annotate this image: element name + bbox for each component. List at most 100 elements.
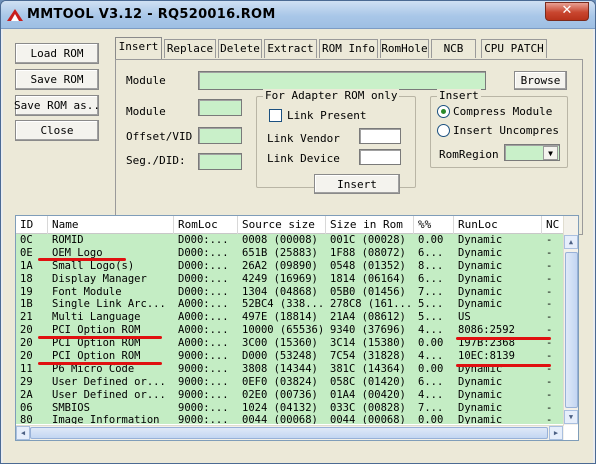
romregion-select[interactable]: ▼ [504,144,560,161]
insert-uncompressed-label: Insert Uncompres [453,124,559,137]
cell-name: SMBIOS [52,401,90,414]
cell-percent: 5... [418,311,444,324]
cell-percent: 4... [418,350,444,363]
offset-vid-input[interactable] [198,127,242,144]
browse-button[interactable]: Browse [514,71,567,90]
insert-tab-panel: Module Browse Module Offset/VID Seg./DID… [115,59,583,235]
table-row[interactable]: 2A User Defined or... 9000:... 02E0 (00736)… [16,388,564,402]
module-id-input[interactable] [198,99,242,116]
cell-size-in-rom: 9340 (37696) [330,324,406,337]
table-row[interactable]: 21 Multi Language A000:... 497E (18814) 21A4… [16,311,564,325]
cell-percent: 6... [418,272,444,285]
column-header-nc[interactable]: NC [542,216,564,234]
scroll-right-icon[interactable]: ▶ [549,426,563,440]
seg-did-input[interactable] [198,153,242,170]
load-rom-button[interactable]: Load ROM [15,43,99,64]
cell-romloc: 9000:... [178,375,229,388]
list-header: ID Name RomLoc Source size Size in Rom %… [16,216,564,234]
cell-romloc: A000:... [178,311,229,324]
vertical-scrollbar[interactable]: ▲ ▼ [563,216,578,425]
cell-name: User Defined or... [52,375,166,388]
table-row[interactable]: 29 User Defined or... 9000:... 0EF0 (03824)… [16,375,564,389]
cell-nc: - [546,324,553,337]
cell-percent: 5... [418,298,444,311]
cell-id: 1A [20,259,33,272]
vertical-scroll-thumb[interactable] [565,252,578,408]
cell-id: 2A [20,388,33,401]
cell-runloc: Dynamic [458,298,503,311]
table-row[interactable]: 1A Small Logo(s) D000:... 26A2 (09890) 0548 … [16,259,564,273]
scroll-up-icon[interactable]: ▲ [564,235,578,249]
column-header-size-in-rom[interactable]: Size in Rom [326,216,414,234]
tab-extract[interactable]: Extract [264,39,317,58]
cell-source-size: 1304 (04868) [242,285,318,298]
window-close-button[interactable]: ✕ [545,2,589,21]
compress-module-label: Compress Module [453,105,553,118]
cell-runloc: 8086:2592 [458,324,515,337]
cell-name: PCI Option ROM [52,350,141,363]
cell-runloc: Dynamic [458,375,503,388]
table-row[interactable]: 06 SMBIOS 9000:... 1024 (04132) 033C (00828)… [16,401,564,415]
table-row[interactable]: 0C ROMID D000:... 0008 (00008) 001C (00028) 0… [16,234,564,247]
cell-id: 0C [20,234,33,246]
table-row[interactable]: 80 Image Information 9000:... 0044 (00068) 0… [16,414,564,424]
link-present-label: Link Present [287,109,367,122]
cell-percent: 6... [418,375,444,388]
cell-id: 18 [20,272,33,285]
table-row[interactable]: 19 Font Module D000:... 1304 (04868) 05B0 (0… [16,285,564,299]
chevron-down-icon[interactable]: ▼ [543,146,558,160]
save-rom-as-button[interactable]: Save ROM as.. [14,95,100,116]
cell-size-in-rom: 21A4 (08612) [330,311,406,324]
romregion-label: RomRegion [439,148,499,161]
link-vendor-input[interactable] [359,128,401,144]
column-header-source-size[interactable]: Source size [238,216,326,234]
tab-romhole[interactable]: RomHole [380,39,429,58]
tab-replace[interactable]: Replace [164,39,216,58]
column-header-id[interactable]: ID [16,216,48,234]
cell-size-in-rom: 05B0 (01456) [330,285,406,298]
table-row[interactable]: 18 Display Manager D000:... 4249 (16969) 181… [16,272,564,286]
cell-percent: 0.00 [418,337,444,350]
link-present-checkbox[interactable] [269,109,282,122]
cell-romloc: D000:... [178,234,229,246]
adapter-rom-group-title: For Adapter ROM only [263,89,400,102]
cell-name: Font Module [52,285,122,298]
column-header-runloc[interactable]: RunLoc [454,216,542,234]
column-header-romloc[interactable]: RomLoc [174,216,238,234]
scroll-left-icon[interactable]: ◀ [16,426,30,440]
cell-size-in-rom: 01A4 (00420) [330,388,406,401]
cell-percent: 0.00 [418,414,444,424]
cell-name: Multi Language [52,311,141,324]
cell-percent: 4... [418,388,444,401]
horizontal-scroll-thumb[interactable] [30,427,548,439]
cell-romloc: D000:... [178,259,229,272]
column-header-percent[interactable]: %% [414,216,454,234]
column-header-name[interactable]: Name [48,216,174,234]
tab-rom-info[interactable]: ROM Info [319,39,378,58]
tab-insert[interactable]: Insert [115,37,162,59]
cell-size-in-rom: 001C (00028) [330,234,406,246]
horizontal-scrollbar[interactable]: ◀ ▶ [16,425,564,440]
save-rom-button[interactable]: Save ROM [15,69,99,90]
scroll-down-icon[interactable]: ▼ [564,410,578,424]
insert-button[interactable]: Insert [314,174,400,194]
cell-nc: - [546,272,553,285]
tab-delete[interactable]: Delete [218,39,262,58]
compress-module-radio[interactable] [437,105,450,118]
table-row[interactable]: 1B Single Link Arc... A000:... 52BC4 (338..… [16,298,564,312]
cell-runloc: Dynamic [458,272,503,285]
insert-uncompressed-radio[interactable] [437,124,450,137]
cell-id: 1B [20,298,33,311]
link-device-input[interactable] [359,149,401,165]
cell-nc: - [546,285,553,298]
title-bar[interactable]: MMTOOL V3.12 - RQ520016.ROM ✕ [1,1,595,29]
table-row[interactable]: 20 PCI Option ROM 9000:... D000 (53248) 7C54… [16,350,564,363]
cell-romloc: A000:... [178,324,229,337]
cell-id: 80 [20,414,33,424]
cell-size-in-rom: 0044 (00068) [330,414,406,424]
module-file-path-input[interactable] [198,71,486,90]
annotation-underline [456,337,551,340]
close-rom-button[interactable]: Close [15,120,99,141]
tab-ncb[interactable]: NCB [431,39,476,58]
tab-cpu-patch[interactable]: CPU PATCH [481,39,547,58]
